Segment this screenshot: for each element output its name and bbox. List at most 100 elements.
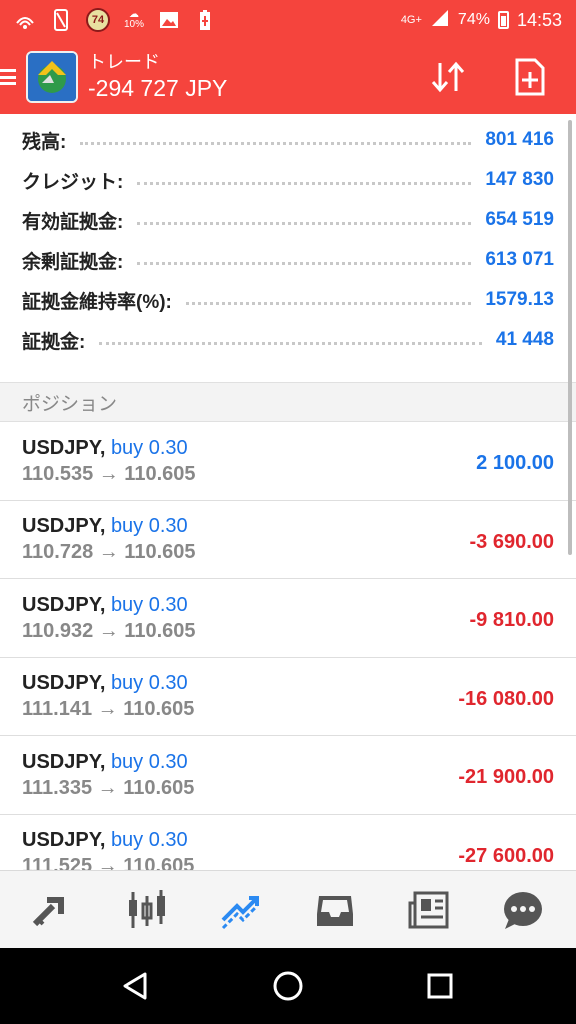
dotted-leader: [99, 341, 482, 345]
network-type: 4G+: [400, 14, 422, 26]
summary-row: 残高: 801 416: [0, 120, 576, 160]
balance-label: 残高:: [22, 131, 67, 153]
battery-percent: 74%: [457, 11, 490, 28]
summary-row: 証拠金: 41 448: [0, 320, 576, 360]
account-summary: 残高: 801 416 クレジット: 147 830 有効証拠金: 654 51…: [0, 120, 576, 360]
quotes-icon: [32, 896, 64, 926]
credit-label: クレジット:: [22, 171, 124, 193]
position-row[interactable]: USDJPY, buy 0.30 111.141 → 110.605 -16 0…: [0, 658, 576, 736]
notification-badge: 74: [86, 8, 110, 32]
recents-icon: [427, 973, 453, 999]
position-profit: -9 810.00: [469, 609, 554, 632]
position-prices: 110.932 → 110.605: [22, 619, 196, 642]
position-symbol: USDJPY,: [22, 436, 106, 459]
battery-icon: [497, 11, 509, 29]
position-symbol: USDJPY,: [22, 672, 106, 695]
position-side: buy 0.30: [110, 672, 188, 695]
weather-indicator: ☁ 10%: [124, 10, 144, 30]
position-prices: 111.141 → 110.605: [22, 698, 195, 721]
position-side: buy 0.30: [110, 515, 188, 538]
account-profit: -294 727 JPY: [88, 75, 228, 101]
free-margin-value: 613 071: [485, 249, 554, 270]
position-side: buy 0.30: [110, 436, 188, 459]
position-row[interactable]: USDJPY, buy 0.30 110.932 → 110.605 -9 81…: [0, 579, 576, 658]
wifi-call-icon: [14, 9, 36, 31]
nav-quotes[interactable]: [23, 880, 83, 940]
recents-button[interactable]: [415, 961, 465, 1011]
position-row[interactable]: USDJPY, buy 0.30 111.525 → 110.605 -27 6…: [0, 815, 576, 870]
position-symbol: USDJPY,: [22, 750, 106, 773]
new-order-icon: [515, 58, 545, 96]
section-title: ポジション: [22, 393, 118, 415]
equity-label: 有効証拠金:: [22, 211, 124, 233]
position-profit: -16 080.00: [458, 687, 554, 710]
margin-value: 41 448: [495, 329, 554, 350]
position-profit: -27 600.00: [458, 844, 554, 867]
signal-icon: [430, 9, 450, 32]
bottom-nav: [0, 870, 576, 948]
position-symbol: USDJPY,: [22, 593, 106, 616]
sort-button[interactable]: [428, 57, 468, 97]
status-bar: 74 ☁ 10% 4G+ 74% 14:53: [0, 0, 576, 40]
app-logo: [26, 51, 78, 103]
position-side: buy 0.30: [110, 829, 188, 852]
credit-value: 147 830: [485, 169, 554, 190]
scrollbar[interactable]: [568, 120, 572, 555]
position-prices: 110.535 → 110.605: [22, 462, 196, 485]
position-prices: 110.728 → 110.605: [22, 541, 196, 564]
sort-icon: [431, 61, 465, 93]
equity-value: 654 519: [485, 209, 554, 230]
system-nav-bar: [0, 948, 576, 1024]
summary-row: 証拠金維持率(%): 1579.13: [0, 280, 576, 320]
weather-percent: 10%: [124, 19, 145, 30]
position-side: buy 0.30: [110, 750, 188, 773]
dotted-leader: [80, 141, 472, 145]
dotted-leader: [137, 181, 472, 185]
position-row[interactable]: USDJPY, buy 0.30 111.335 → 110.605 -21 9…: [0, 736, 576, 815]
nav-trade[interactable]: [211, 880, 271, 940]
clock: 14:53: [516, 9, 562, 30]
news-icon: [408, 891, 449, 928]
summary-row: クレジット: 147 830: [0, 160, 576, 200]
image-icon: [158, 9, 180, 31]
nav-news[interactable]: [399, 880, 459, 940]
dotted-leader: [137, 261, 472, 265]
nav-messages[interactable]: [493, 880, 553, 940]
margin-level-value: 1579.13: [485, 289, 554, 310]
menu-icon[interactable]: [0, 67, 18, 87]
home-icon: [273, 971, 303, 1001]
app-bar: トレード -294 727 JPY: [0, 40, 576, 114]
position-profit: 2 100.00: [476, 452, 554, 475]
nav-history[interactable]: [305, 880, 365, 940]
free-margin-label: 余剰証拠金:: [22, 251, 124, 273]
trade-icon: [221, 895, 259, 929]
positions-section-header: ポジション: [0, 382, 576, 422]
position-symbol: USDJPY,: [22, 829, 106, 852]
position-side: buy 0.30: [110, 593, 188, 616]
summary-row: 余剰証拠金: 613 071: [0, 240, 576, 280]
home-button[interactable]: [263, 961, 313, 1011]
position-prices: 111.525 → 110.605: [22, 855, 195, 870]
messages-icon: [504, 891, 542, 929]
summary-row: 有効証拠金: 654 519: [0, 200, 576, 240]
dotted-leader: [137, 221, 472, 225]
balance-value: 801 416: [485, 129, 554, 150]
battery-charging-icon: [194, 9, 216, 31]
chart-icon: [129, 889, 165, 928]
position-symbol: USDJPY,: [22, 515, 106, 538]
dotted-leader: [185, 301, 472, 305]
back-button[interactable]: [111, 961, 161, 1011]
position-row[interactable]: USDJPY, buy 0.30 110.728 → 110.605 -3 69…: [0, 501, 576, 579]
sim-icon: [50, 9, 72, 31]
position-profit: -21 900.00: [458, 766, 554, 789]
history-icon: [317, 895, 353, 926]
nav-chart[interactable]: [117, 880, 177, 940]
margin-label: 証拠金:: [22, 331, 86, 353]
margin-level-label: 証拠金維持率(%):: [22, 291, 172, 313]
positions-list[interactable]: USDJPY, buy 0.30 110.535 → 110.605 2 100…: [0, 422, 576, 870]
position-row[interactable]: USDJPY, buy 0.30 110.535 → 110.605 2 100…: [0, 422, 576, 501]
position-profit: -3 690.00: [469, 530, 554, 553]
page-title: トレード: [88, 52, 160, 72]
back-icon: [123, 972, 147, 1000]
new-order-button[interactable]: [510, 57, 550, 97]
